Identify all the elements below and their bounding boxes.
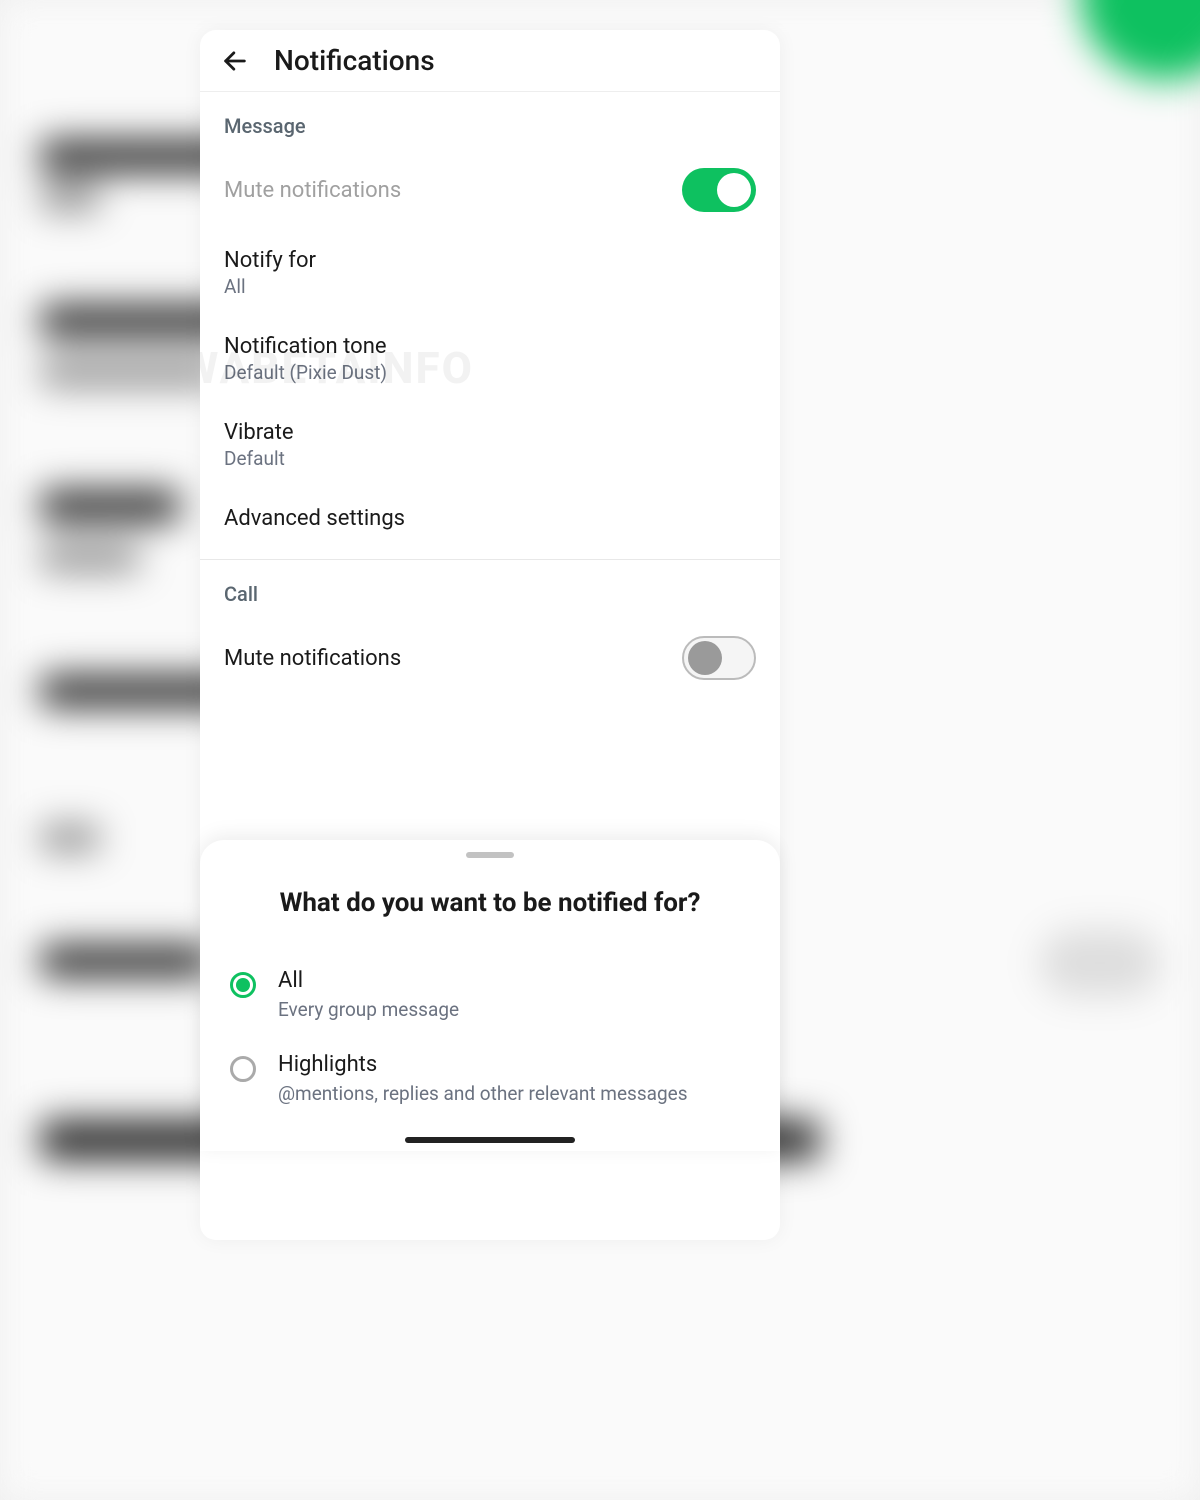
mute-notifications-message-row[interactable]: Mute notifications (200, 150, 780, 230)
mute-label: Mute notifications (224, 178, 682, 203)
tone-label: Notification tone (224, 334, 756, 359)
radio-label: Highlights (278, 1052, 750, 1077)
section-header-message: Message (200, 92, 780, 150)
mute-call-toggle[interactable] (682, 636, 756, 680)
radio-icon (230, 1056, 256, 1082)
notify-for-label: Notify for (224, 248, 756, 273)
notify-for-value: All (224, 275, 756, 298)
notification-tone-row[interactable]: Notification tone Default (Pixie Dust) (200, 316, 780, 402)
notify-for-row[interactable]: Notify for All (200, 230, 780, 316)
advanced-settings-row[interactable]: Advanced settings (200, 488, 780, 549)
page-title: Notifications (274, 44, 435, 77)
mute-message-toggle[interactable] (682, 168, 756, 212)
radio-label: All (278, 968, 750, 993)
mute-notifications-call-row[interactable]: Mute notifications (200, 618, 780, 698)
notify-for-bottom-sheet: What do you want to be notified for? All… (200, 840, 780, 1151)
radio-icon (230, 972, 256, 998)
header-bar: Notifications (200, 30, 780, 92)
back-icon[interactable] (220, 46, 250, 76)
vibrate-value: Default (224, 447, 756, 470)
tone-value: Default (Pixie Dust) (224, 361, 756, 384)
radio-option-all[interactable]: All Every group message (200, 954, 780, 1038)
mute-call-label: Mute notifications (224, 646, 682, 671)
advanced-label: Advanced settings (224, 506, 756, 531)
vibrate-label: Vibrate (224, 420, 756, 445)
radio-desc: @mentions, replies and other relevant me… (278, 1081, 750, 1108)
home-indicator[interactable] (405, 1137, 575, 1143)
vibrate-row[interactable]: Vibrate Default (200, 402, 780, 488)
radio-option-highlights[interactable]: Highlights @mentions, replies and other … (200, 1038, 780, 1122)
sheet-title: What do you want to be notified for? (200, 888, 780, 918)
sheet-drag-handle[interactable] (466, 852, 514, 858)
section-header-call: Call (200, 560, 780, 618)
radio-desc: Every group message (278, 997, 750, 1024)
